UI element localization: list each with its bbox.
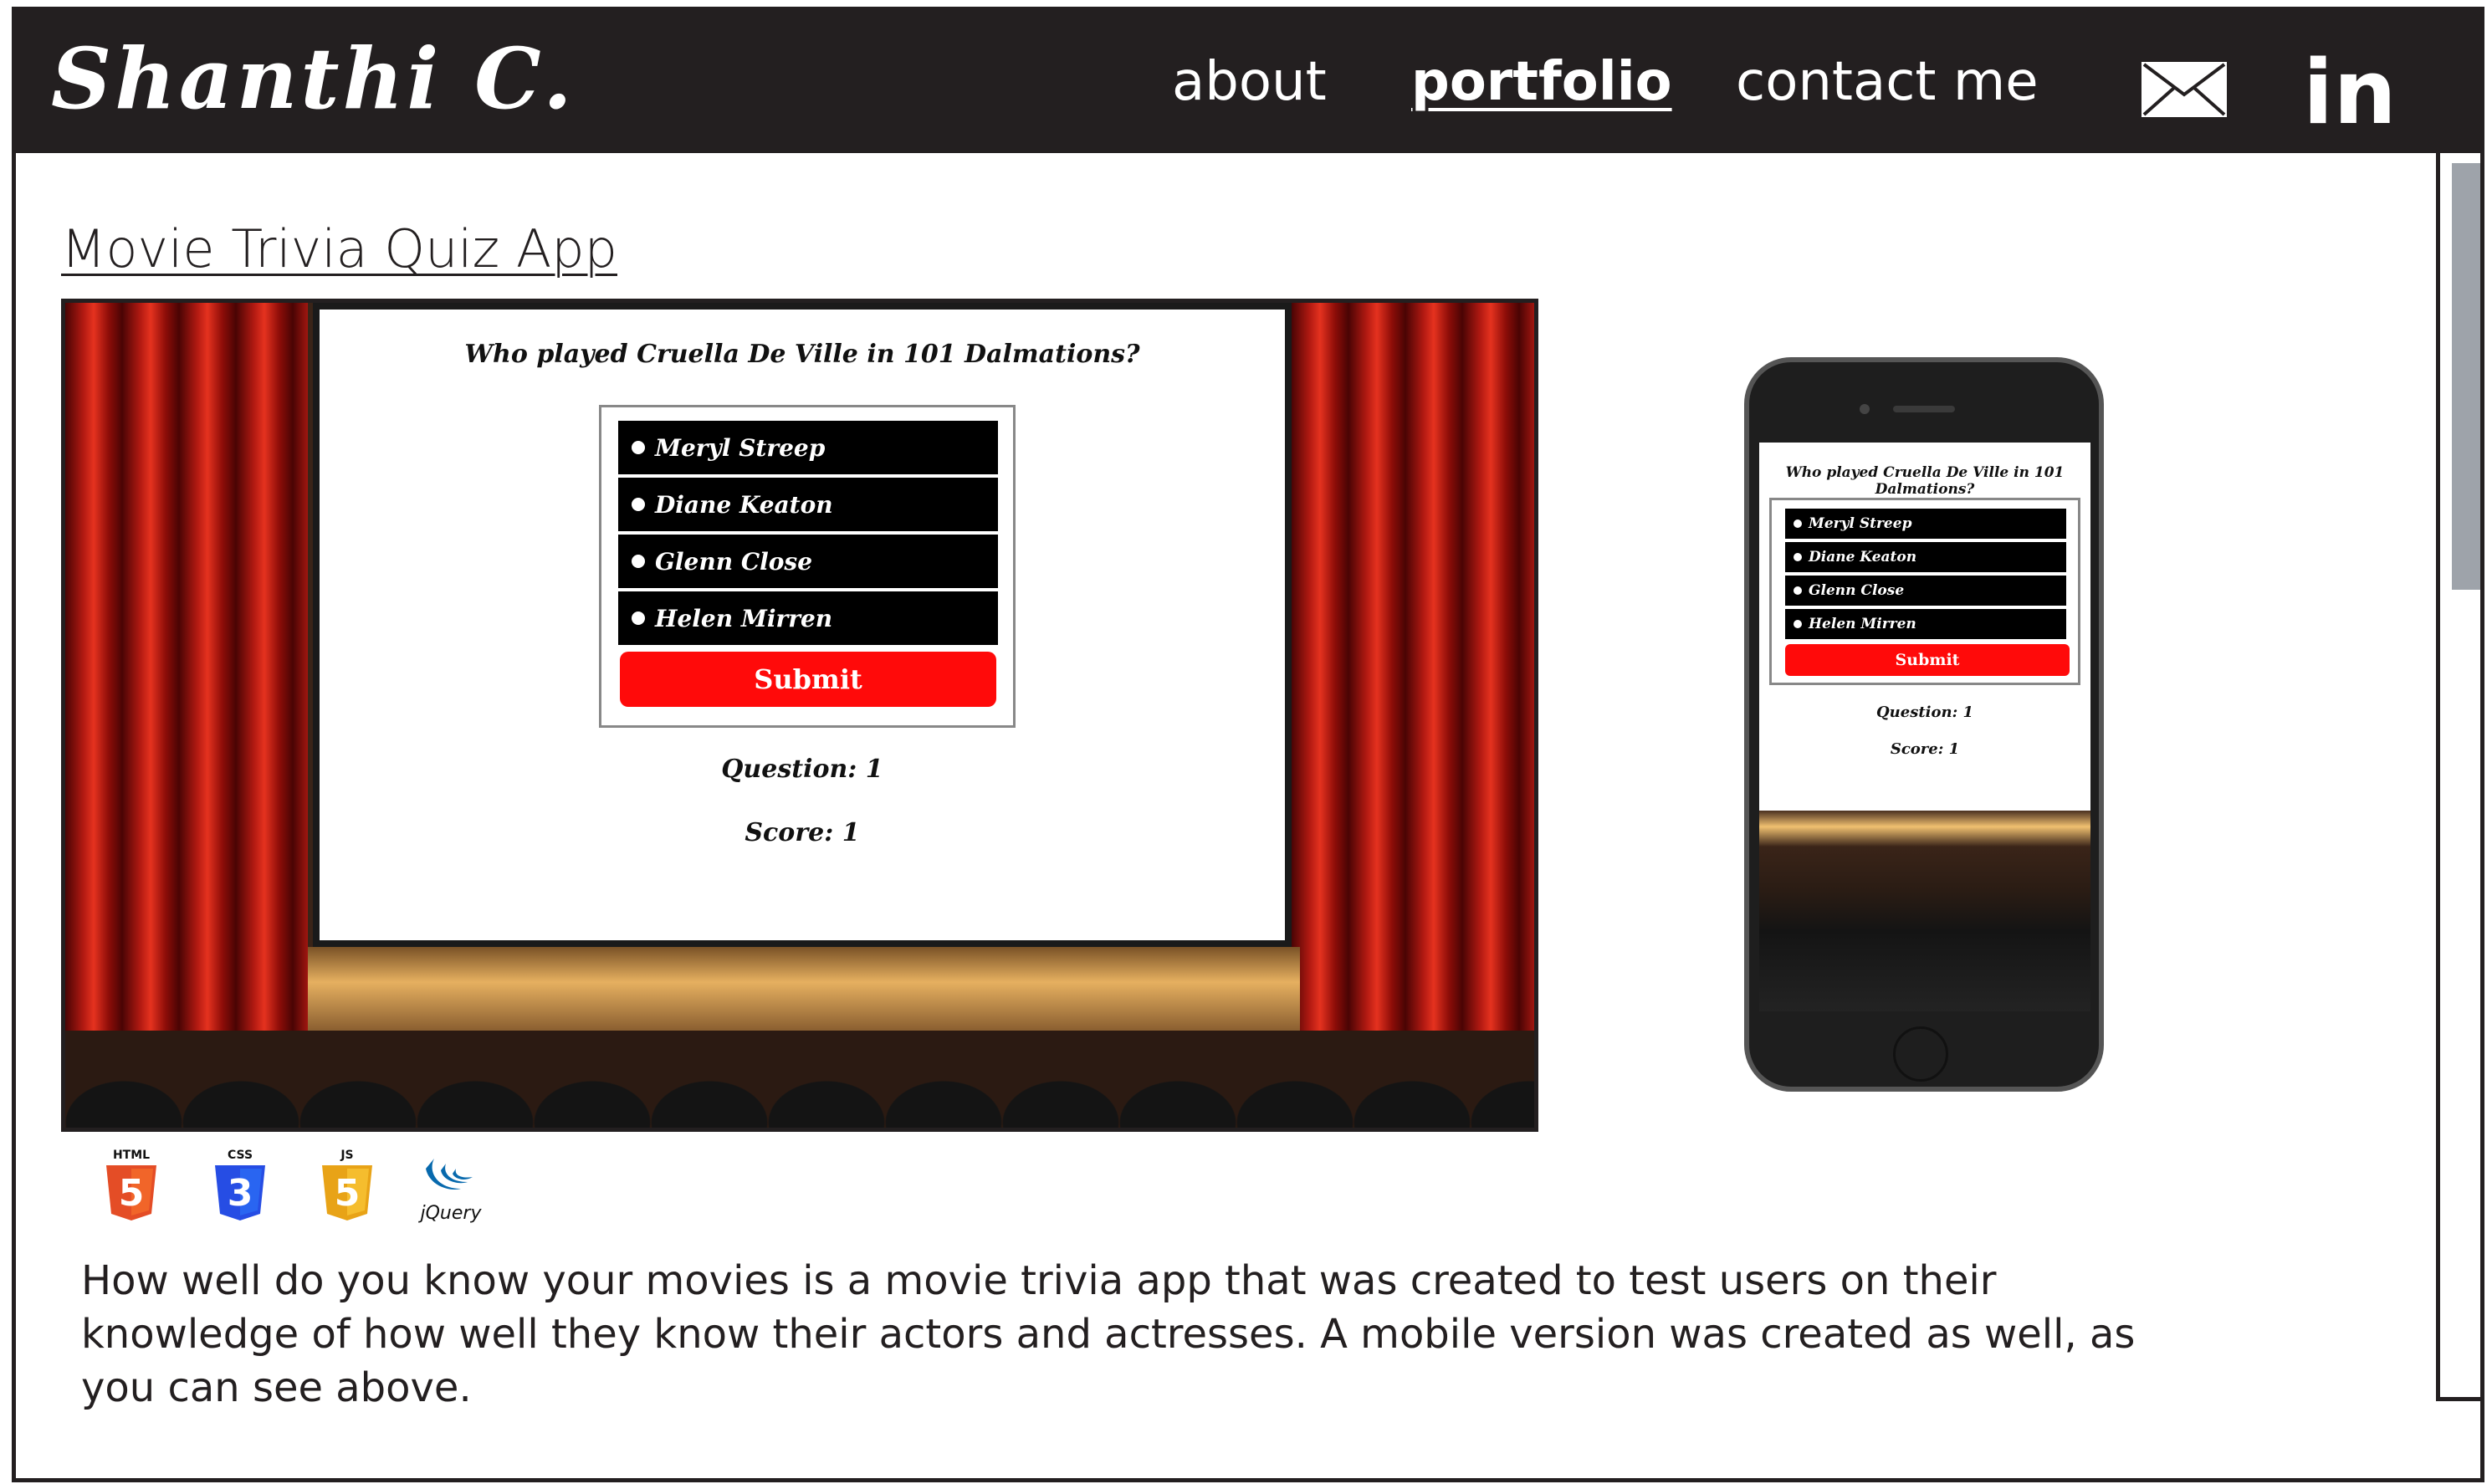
answer-label: Diane Keaton <box>655 490 833 519</box>
answer-label: Glenn Close <box>1809 582 1905 599</box>
svg-text:jQuery: jQuery <box>418 1203 483 1224</box>
answer-label: Meryl Streep <box>655 433 826 462</box>
answer-option[interactable]: Diane Keaton <box>618 478 998 531</box>
jquery-icon: jQuery <box>409 1149 493 1224</box>
radio-icon <box>1794 519 1802 528</box>
mobile-answer-option[interactable]: Glenn Close <box>1785 576 2066 606</box>
page-frame: Shanthi C. about portfolio contact me in… <box>12 7 2484 1482</box>
project-description: How well do you know your movies is a mo… <box>81 1257 2136 1411</box>
nav-contact-me[interactable]: contact me <box>1736 51 2039 113</box>
project-title[interactable]: Movie Trivia Quiz App <box>61 218 617 279</box>
radio-icon <box>1794 620 1802 628</box>
answer-label: Glenn Close <box>655 547 813 576</box>
radio-icon <box>632 612 645 625</box>
linkedin-icon[interactable]: in <box>2303 41 2397 144</box>
quiz-question: Who played Cruella De Ville in 101 Dalma… <box>464 340 1140 369</box>
question-counter: Question: 1 <box>721 755 883 784</box>
phone-speaker <box>1893 406 1955 412</box>
score-counter: Score: 1 <box>745 818 860 847</box>
scrollbar[interactable] <box>2436 153 2480 1401</box>
svg-text:5: 5 <box>119 1172 145 1215</box>
scrollbar-thumb[interactable] <box>2452 163 2480 590</box>
mobile-question-counter: Question: 1 <box>1875 704 1974 721</box>
js-icon: JS 5 <box>314 1149 381 1224</box>
answer-label: Helen Mirren <box>1809 616 1916 632</box>
nav-about[interactable]: about <box>1172 51 1327 113</box>
phone-screen: Who played Cruella De Ville in 101 Dalma… <box>1759 443 2090 1011</box>
mobile-answer-option[interactable]: Diane Keaton <box>1785 542 2066 572</box>
radio-icon <box>632 555 645 568</box>
svg-text:3: 3 <box>228 1172 253 1215</box>
desktop-screenshot: Who played Cruella De Ville in 101 Dalma… <box>61 299 1538 1132</box>
phone-mockup: Who played Cruella De Ville in 101 Dalma… <box>1744 357 2104 1092</box>
answer-option[interactable]: Helen Mirren <box>618 591 998 645</box>
nav-portfolio[interactable]: portfolio <box>1411 51 1672 113</box>
svg-text:5: 5 <box>335 1172 361 1215</box>
html5-icon: HTML 5 <box>98 1149 165 1224</box>
answer-label: Meryl Streep <box>1809 515 1912 532</box>
mobile-answer-option[interactable]: Helen Mirren <box>1785 609 2066 639</box>
answer-label: Diane Keaton <box>1809 549 1917 565</box>
quiz-screen: Who played Cruella De Ville in 101 Dalma… <box>313 303 1292 947</box>
mobile-submit-button[interactable]: Submit <box>1785 644 2070 676</box>
mobile-answer-option[interactable]: Meryl Streep <box>1785 509 2066 539</box>
mobile-stage-background <box>1759 811 2090 1011</box>
radio-icon <box>632 441 645 454</box>
quiz-answers-box: Meryl Streep Diane Keaton Glenn Close He… <box>599 405 1016 728</box>
phone-camera <box>1860 404 1870 414</box>
answer-label: Helen Mirren <box>655 604 833 632</box>
answer-option[interactable]: Glenn Close <box>618 535 998 588</box>
brand-logo[interactable]: Shanthi C. <box>51 29 576 128</box>
curtain-right <box>1292 303 1534 1128</box>
answer-option[interactable]: Meryl Streep <box>618 421 998 474</box>
radio-icon <box>632 498 645 511</box>
mobile-score-counter: Score: 1 <box>1890 740 1960 758</box>
radio-icon <box>1794 553 1802 561</box>
radio-icon <box>1794 586 1802 595</box>
navbar: Shanthi C. about portfolio contact me in <box>16 11 2480 153</box>
mail-icon[interactable] <box>2141 61 2228 118</box>
mobile-quiz-question: Who played Cruella De Ville in 101 Dalma… <box>1785 464 2065 498</box>
submit-button[interactable]: Submit <box>620 652 996 707</box>
phone-home-button[interactable] <box>1893 1026 1948 1082</box>
curtain-left <box>65 303 308 1128</box>
css3-icon: CSS 3 <box>207 1149 274 1224</box>
mobile-quiz-answers-box: Meryl Streep Diane Keaton Glenn Close He… <box>1769 498 2080 685</box>
theater-seats <box>65 1031 1534 1128</box>
